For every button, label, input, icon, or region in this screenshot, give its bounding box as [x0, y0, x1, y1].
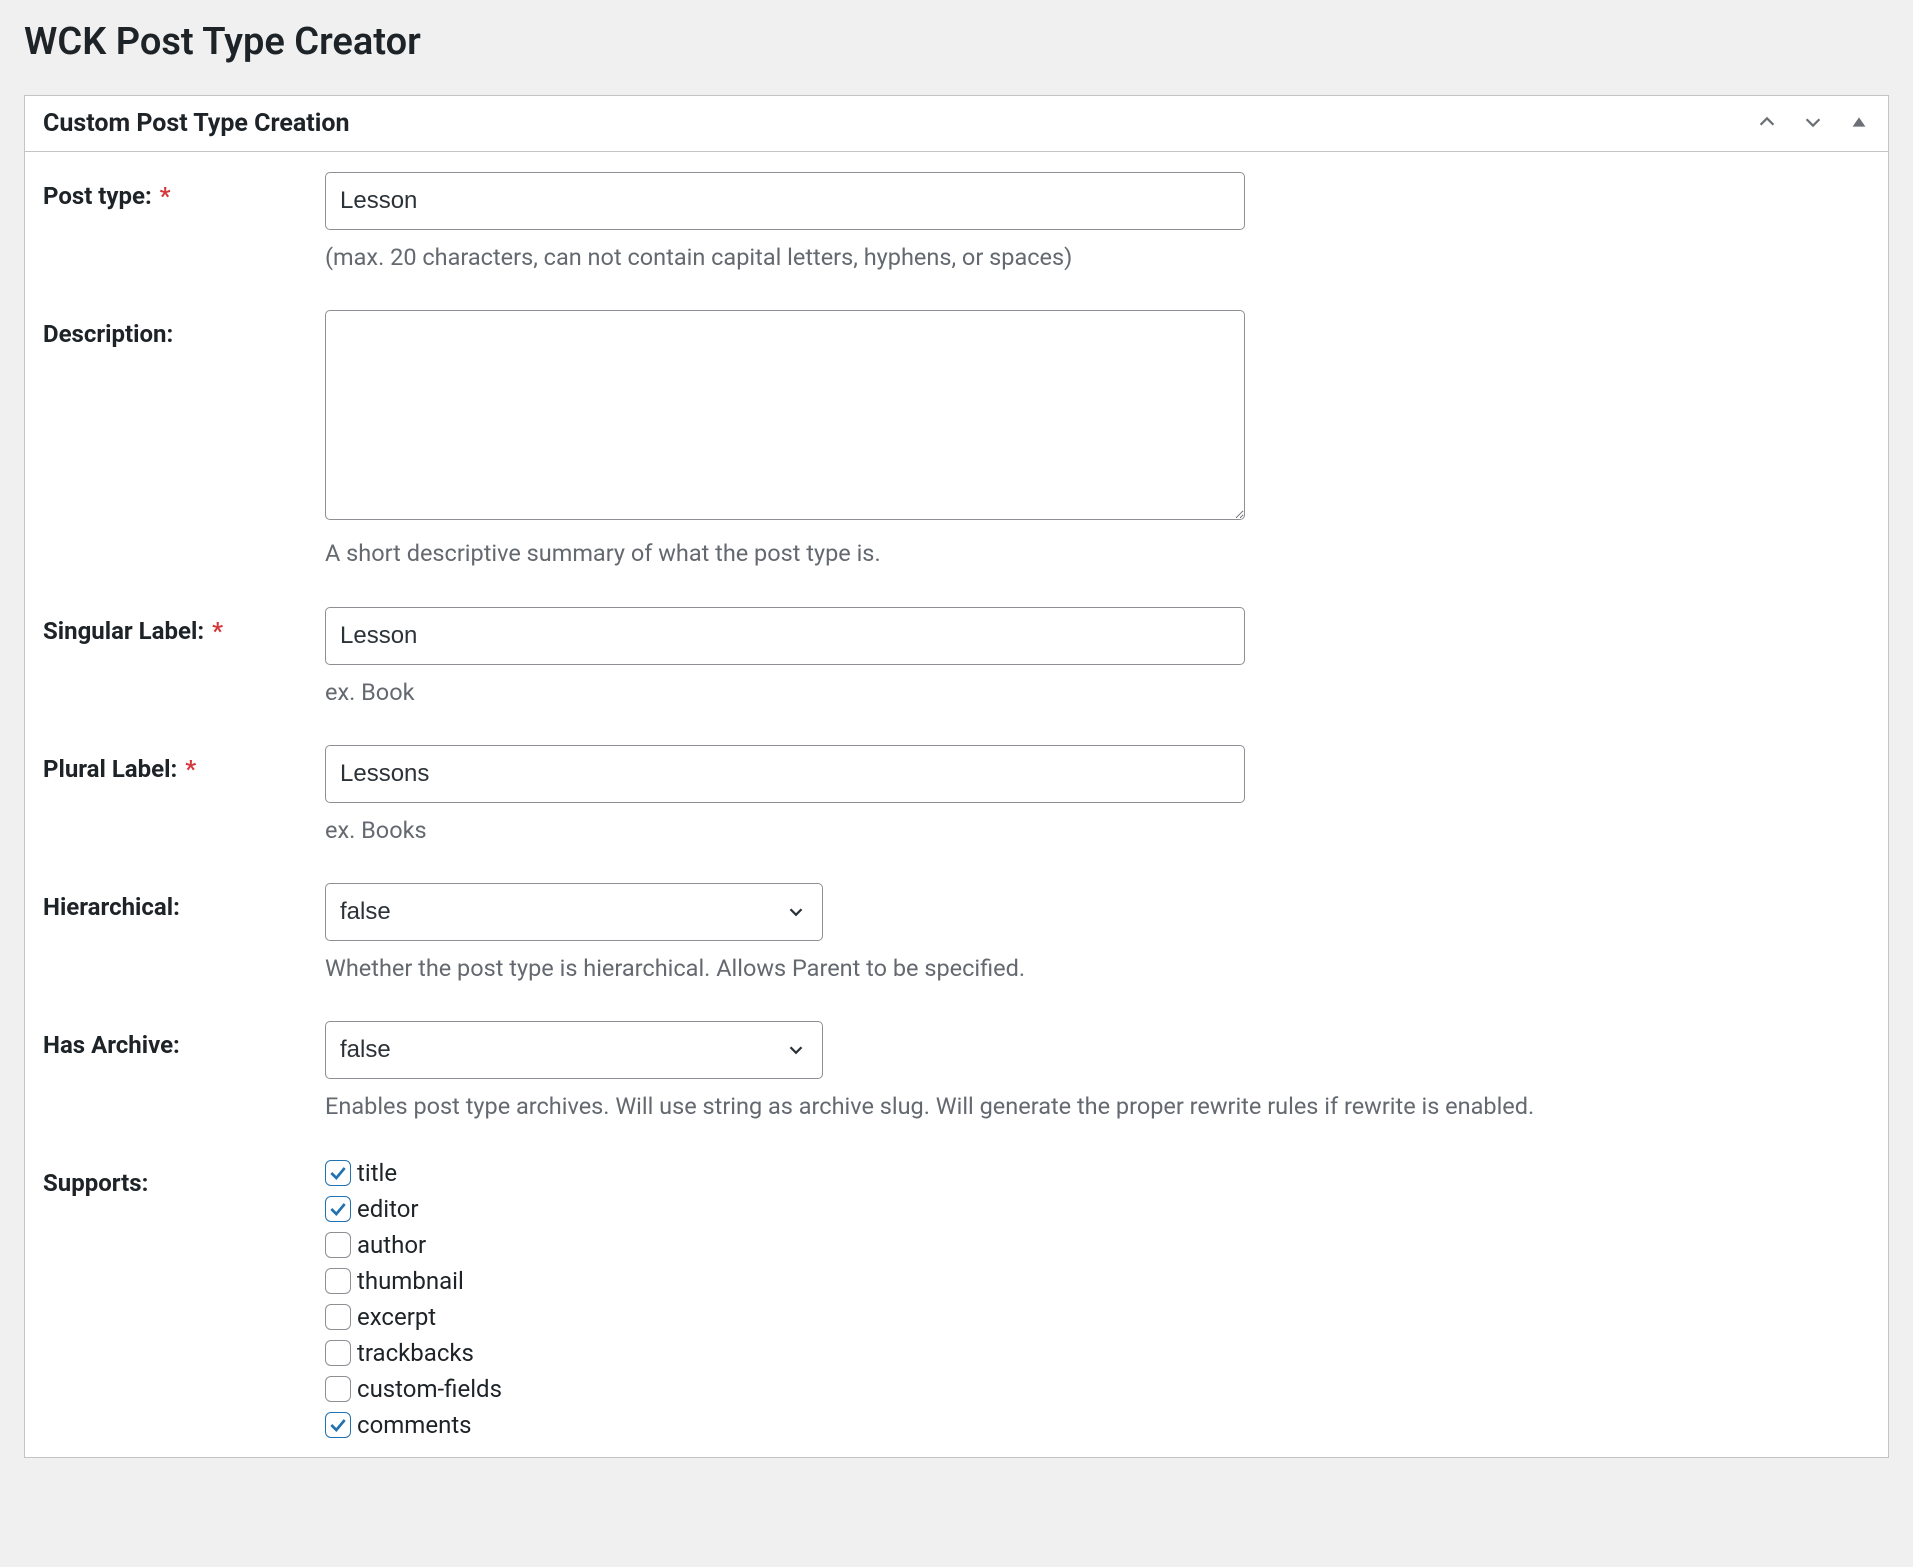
checkbox[interactable] [325, 1232, 351, 1258]
post-type-label: Post type: * [43, 182, 171, 210]
description-label: Description: [43, 320, 173, 348]
checkbox[interactable] [325, 1376, 351, 1402]
singular-label-input[interactable] [325, 607, 1245, 665]
checkbox[interactable] [325, 1340, 351, 1366]
post-type-input[interactable] [325, 172, 1245, 230]
supports-option-comments[interactable]: comments [325, 1411, 1870, 1439]
panel-body: Post type: * (max. 20 characters, can no… [25, 152, 1888, 1456]
post-type-help: (max. 20 characters, can not contain cap… [325, 240, 1870, 274]
row-plural-label: Plural Label: * ex. Books [43, 745, 1870, 847]
checkbox-label: comments [357, 1411, 472, 1439]
label-text: Plural Label: [43, 755, 177, 783]
panel-title: Custom Post Type Creation [43, 106, 350, 141]
chevron-up-icon [1756, 111, 1778, 136]
has-archive-select-wrap: false [325, 1021, 823, 1079]
checkbox-label: author [357, 1231, 426, 1259]
toggle-panel-button[interactable] [1848, 111, 1870, 136]
label-text: Description: [43, 320, 173, 348]
supports-option-title[interactable]: title [325, 1159, 1870, 1187]
supports-checkbox-group: title editor author thumbnail excerpt trackba… [325, 1159, 1870, 1439]
label-text: Post type: [43, 182, 152, 210]
panel-header: Custom Post Type Creation [25, 96, 1888, 152]
plural-label-label: Plural Label: * [43, 755, 196, 783]
supports-label: Supports: [43, 1169, 148, 1197]
supports-option-author[interactable]: author [325, 1231, 1870, 1259]
singular-label-label: Singular Label: * [43, 617, 223, 645]
checkbox-label: editor [357, 1195, 419, 1223]
has-archive-label: Has Archive: [43, 1031, 180, 1059]
hierarchical-help: Whether the post type is hierarchical. A… [325, 951, 1870, 985]
row-post-type: Post type: * (max. 20 characters, can no… [43, 172, 1870, 274]
checkbox-label: excerpt [357, 1303, 436, 1331]
row-hierarchical: Hierarchical: false Whether the post typ… [43, 883, 1870, 985]
required-marker: * [212, 617, 223, 645]
checkbox-label: custom-fields [357, 1375, 502, 1403]
triangle-up-icon [1848, 111, 1870, 136]
label-text: Supports: [43, 1169, 148, 1197]
row-description: Description: A short descriptive summary… [43, 310, 1870, 570]
label-text: Singular Label: [43, 617, 204, 645]
checkbox[interactable] [325, 1268, 351, 1294]
hierarchical-select[interactable]: false [325, 883, 823, 941]
plural-label-help: ex. Books [325, 813, 1870, 847]
plural-label-input[interactable] [325, 745, 1245, 803]
checkbox[interactable] [325, 1412, 351, 1438]
move-down-button[interactable] [1802, 111, 1824, 136]
description-textarea[interactable] [325, 310, 1245, 520]
description-help: A short descriptive summary of what the … [325, 536, 1870, 570]
hierarchical-label: Hierarchical: [43, 893, 180, 921]
supports-option-editor[interactable]: editor [325, 1195, 1870, 1223]
required-marker: * [160, 182, 171, 210]
checkbox[interactable] [325, 1160, 351, 1186]
supports-option-trackbacks[interactable]: trackbacks [325, 1339, 1870, 1367]
label-text: Hierarchical: [43, 893, 180, 921]
has-archive-help: Enables post type archives. Will use str… [325, 1089, 1870, 1123]
custom-post-type-panel: Custom Post Type Creation [24, 95, 1889, 1457]
move-up-button[interactable] [1756, 111, 1778, 136]
panel-handle-actions [1756, 111, 1870, 136]
label-text: Has Archive: [43, 1031, 180, 1059]
checkbox[interactable] [325, 1304, 351, 1330]
row-singular-label: Singular Label: * ex. Book [43, 607, 1870, 709]
has-archive-select[interactable]: false [325, 1021, 823, 1079]
checkbox[interactable] [325, 1196, 351, 1222]
supports-option-custom-fields[interactable]: custom-fields [325, 1375, 1870, 1403]
page-title: WCK Post Type Creator [24, 18, 1889, 67]
checkbox-label: trackbacks [357, 1339, 474, 1367]
checkbox-label: thumbnail [357, 1267, 464, 1295]
supports-option-excerpt[interactable]: excerpt [325, 1303, 1870, 1331]
chevron-down-icon [1802, 111, 1824, 136]
checkbox-label: title [357, 1159, 397, 1187]
row-supports: Supports: title editor author thumbnail exce… [43, 1159, 1870, 1439]
hierarchical-select-wrap: false [325, 883, 823, 941]
singular-label-help: ex. Book [325, 675, 1870, 709]
required-marker: * [185, 755, 196, 783]
supports-option-thumbnail[interactable]: thumbnail [325, 1267, 1870, 1295]
row-has-archive: Has Archive: false Enables post type arc… [43, 1021, 1870, 1123]
